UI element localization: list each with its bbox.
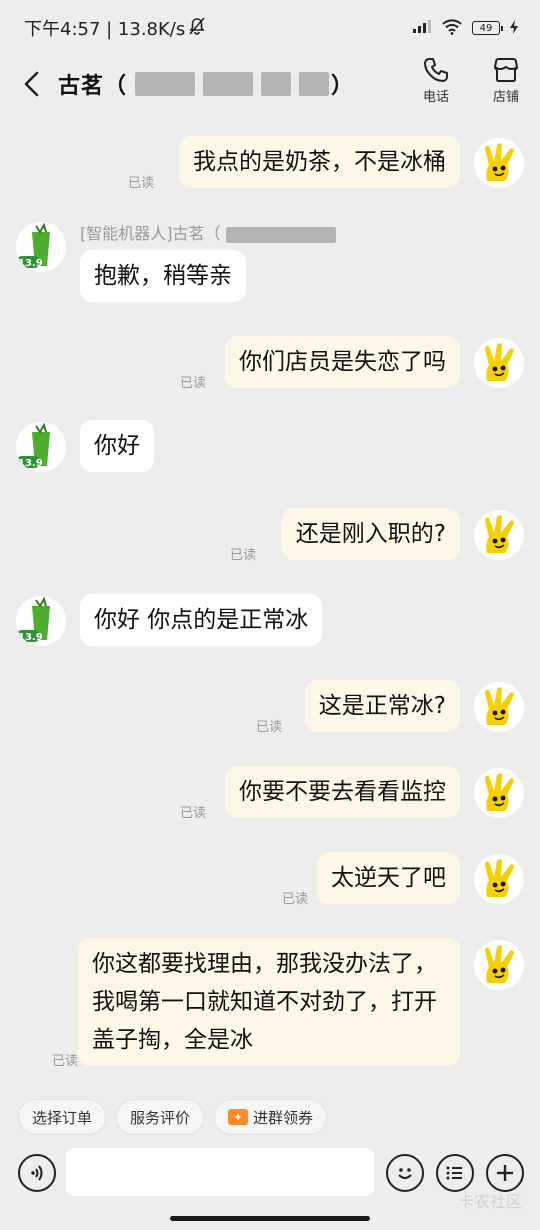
phone-button[interactable]: 电话: [412, 56, 460, 105]
message-bubble-outgoing[interactable]: 我点的是奶茶，不是冰桶: [179, 136, 460, 188]
price-tag-text: 13.9: [18, 632, 43, 643]
message-bubble-incoming[interactable]: 抱歉，稍等亲: [80, 250, 246, 302]
service-review-chip[interactable]: 服务评价: [116, 1099, 205, 1135]
shop-title-text: 古茗（: [58, 74, 128, 99]
green-drink-avatar-icon: 13.9: [16, 596, 66, 646]
emoji-icon: [398, 1168, 412, 1179]
user-avatar[interactable]: [474, 682, 524, 732]
user-avatar[interactable]: [474, 768, 524, 818]
redacted-region: [135, 72, 196, 96]
chip-label: 选择订单: [32, 1108, 93, 1127]
voice-icon: [31, 1165, 43, 1181]
plus-icon: [497, 1165, 513, 1181]
message-bubble-outgoing[interactable]: 还是刚入职的?: [281, 508, 460, 560]
read-status: 已读: [256, 720, 283, 735]
shop-title-tail: ）: [331, 74, 355, 99]
menu-list-button[interactable]: [436, 1154, 474, 1192]
charging-icon: [510, 19, 518, 37]
redacted-region: [225, 226, 336, 243]
message-bubble-outgoing[interactable]: 太逆天了吧: [317, 852, 460, 904]
voice-button[interactable]: [18, 1154, 56, 1192]
user-avatar[interactable]: [474, 138, 524, 188]
read-status: 已读: [282, 892, 309, 907]
store-label: 店铺: [492, 90, 519, 105]
shop-avatar[interactable]: 13.9: [16, 422, 66, 472]
green-drink-avatar-icon: 13.9: [16, 422, 66, 472]
user-avatar[interactable]: [474, 940, 524, 990]
select-order-chip[interactable]: 选择订单: [18, 1099, 107, 1135]
add-more-button[interactable]: [486, 1154, 524, 1192]
status-time-speed: 下午4:57 | 13.8K/s: [24, 19, 186, 40]
yellow-hand-avatar-icon: [485, 143, 514, 181]
read-status: 已读: [180, 806, 207, 821]
message-bubble-outgoing[interactable]: 你这都要找理由，那我没办法了，我喝第一口就知道不对劲了，打开盖子掏，全是冰: [78, 938, 460, 1066]
price-tag-text: 13.9: [18, 258, 43, 269]
yellow-hand-avatar-icon: [485, 687, 514, 725]
coupon-icon: ✦: [228, 1109, 249, 1125]
read-status: 已读: [180, 376, 207, 391]
quick-action-bar: 选择订单 服务评价 ✦ 进群领券: [0, 1090, 540, 1144]
redacted-region: [261, 72, 292, 96]
chevron-left-icon: [24, 71, 39, 97]
yellow-hand-avatar-icon: [485, 859, 514, 897]
list-icon: [446, 1166, 462, 1180]
redacted-region: [299, 72, 330, 96]
phone-icon: [424, 58, 448, 82]
join-group-coupon-chip[interactable]: ✦ 进群领券: [214, 1099, 328, 1135]
chip-label: 进群领券: [253, 1108, 314, 1127]
back-button[interactable]: [8, 60, 56, 108]
chat-header: 古茗（ ） 电话 店铺: [0, 56, 540, 112]
battery-level: 49: [479, 22, 493, 34]
user-avatar[interactable]: [474, 338, 524, 388]
user-avatar[interactable]: [474, 510, 524, 560]
message-list[interactable]: 已读 我点的是奶茶，不是冰桶 13.9 [智能机器人]古茗（ 抱歉，稍等亲 已读…: [0, 120, 540, 1090]
redacted-region: [203, 72, 254, 96]
bot-sender-label: [智能机器人]古茗（: [80, 224, 221, 243]
user-avatar[interactable]: [474, 854, 524, 904]
yellow-hand-avatar-icon: [485, 343, 514, 381]
sender-name: [智能机器人]古茗（: [80, 220, 336, 244]
yellow-hand-avatar-icon: [485, 945, 514, 983]
green-drink-avatar-icon: 13.9: [16, 222, 66, 272]
message-bubble-incoming[interactable]: 你好: [80, 420, 154, 472]
chip-label: 服务评价: [130, 1108, 191, 1127]
signal-icon: [412, 19, 432, 37]
yellow-hand-avatar-icon: [485, 773, 514, 811]
message-bubble-outgoing[interactable]: 你要不要去看看监控: [225, 766, 460, 818]
message-bubble-outgoing[interactable]: 这是正常冰?: [304, 680, 460, 732]
battery-indicator: 49: [472, 21, 503, 35]
home-indicator[interactable]: [170, 1216, 370, 1221]
wifi-icon: [442, 18, 462, 38]
read-status: 已读: [52, 1054, 79, 1069]
shop-avatar[interactable]: 13.9: [16, 222, 66, 272]
watermark: 卡农社区: [457, 1192, 522, 1211]
status-bar: 下午4:57 | 13.8K/s 49: [0, 0, 540, 56]
mute-bell-icon: [189, 16, 205, 40]
store-button[interactable]: 店铺: [482, 56, 530, 105]
shop-avatar[interactable]: 13.9: [16, 596, 66, 646]
yellow-hand-avatar-icon: [485, 515, 514, 553]
read-status: 已读: [128, 176, 155, 191]
message-bubble-incoming[interactable]: 你好 你点的是正常冰: [80, 594, 323, 646]
message-bubble-outgoing[interactable]: 你们店员是失恋了吗: [225, 336, 460, 388]
price-tag-text: 13.9: [18, 458, 43, 469]
message-input[interactable]: [66, 1148, 374, 1196]
emoji-button[interactable]: [386, 1154, 424, 1192]
read-status: 已读: [230, 548, 257, 563]
shop-title: 古茗（ ）: [56, 68, 354, 100]
phone-label: 电话: [422, 90, 449, 105]
store-icon: [494, 58, 518, 82]
